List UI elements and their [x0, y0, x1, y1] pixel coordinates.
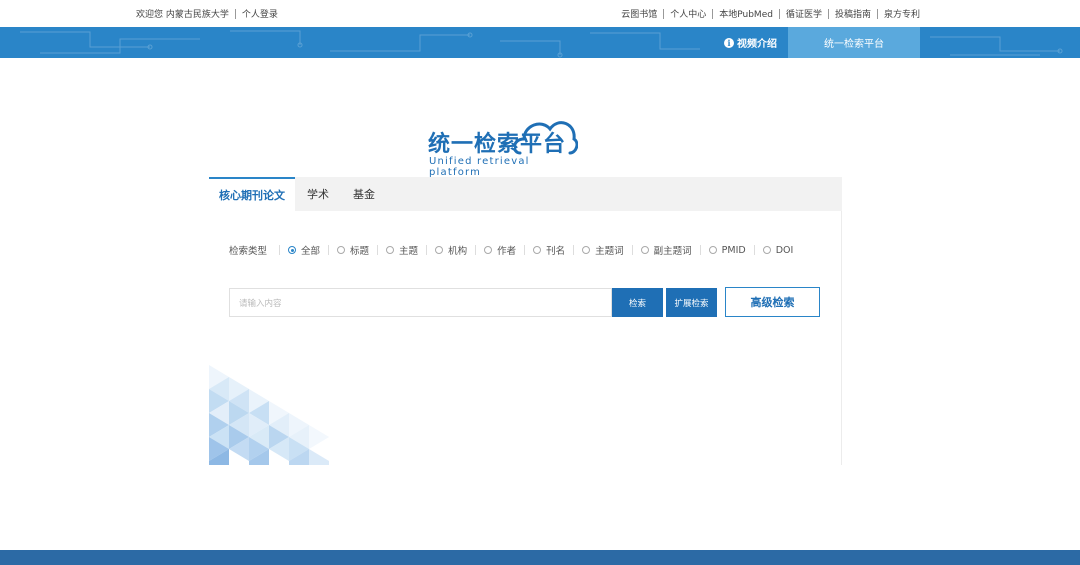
- divider: [699, 245, 701, 255]
- search-tabs: 核心期刊论文 学术 基金: [209, 177, 842, 211]
- option-label: PMID: [721, 244, 746, 256]
- divider: [663, 8, 665, 19]
- tab-core-journals[interactable]: 核心期刊论文: [209, 177, 295, 211]
- cloud-library-link[interactable]: 云图书馆: [621, 7, 657, 20]
- divider: [712, 8, 714, 19]
- top-links: 云图书馆 个人中心 本地PubMed 循证医学 投稿指南 泉方专利: [621, 7, 920, 20]
- option-label: 刊名: [546, 246, 566, 257]
- logo-title: 统一检索平台: [428, 132, 567, 157]
- quanfang-patent-link[interactable]: 泉方专利: [884, 7, 920, 20]
- search-placeholder: 请输入内容: [239, 298, 282, 309]
- search-type-institution[interactable]: 机构: [435, 243, 467, 257]
- platform-logo: 统一检索平台 Unified retrieval platform: [426, 113, 586, 178]
- radio-icon: [288, 246, 297, 254]
- divider: [279, 245, 281, 255]
- extended-search-button[interactable]: 扩展检索: [666, 288, 717, 317]
- search-type-title[interactable]: 标题: [337, 243, 369, 257]
- radio-icon: [582, 246, 591, 254]
- divider: [827, 8, 829, 19]
- search-panel: 核心期刊论文 学术 基金 检索类型 全部 标题 主题 机构 作者 刊名 主题词 …: [209, 177, 842, 465]
- radio-icon: [386, 246, 395, 254]
- option-label: 全部: [301, 246, 321, 257]
- option-label: 副主题词: [653, 246, 692, 257]
- header-band: i 视频介绍 统一检索平台: [0, 27, 1080, 58]
- option-label: 作者: [497, 246, 517, 257]
- info-icon: i: [724, 37, 734, 48]
- search-type-pmid[interactable]: PMID: [708, 244, 746, 256]
- personal-login-link[interactable]: 个人登录: [242, 7, 278, 20]
- search-input[interactable]: 请输入内容: [229, 288, 612, 317]
- option-label: 标题: [350, 246, 370, 257]
- search-button[interactable]: 检索: [612, 288, 663, 317]
- search-type-label: 检索类型: [229, 246, 268, 257]
- tab-academic[interactable]: 学术: [307, 177, 329, 211]
- nav-unified-platform-label: 统一检索平台: [824, 39, 884, 50]
- search-type-subheading[interactable]: 副主题词: [640, 243, 692, 257]
- divider: [426, 245, 428, 255]
- divider: [778, 8, 780, 19]
- tab-fund[interactable]: 基金: [353, 177, 375, 211]
- personal-center-link[interactable]: 个人中心: [670, 7, 706, 20]
- video-intro-link[interactable]: i 视频介绍: [724, 27, 777, 58]
- search-type-author[interactable]: 作者: [484, 243, 516, 257]
- footer-bar: [0, 550, 1080, 565]
- top-utility-bar: 欢迎您 内蒙古民族大学 个人登录 云图书馆 个人中心 本地PubMed 循证医学…: [0, 0, 1080, 27]
- logo-subtitle: Unified retrieval platform: [429, 156, 530, 178]
- divider: [631, 245, 633, 255]
- search-type-journal[interactable]: 刊名: [533, 243, 565, 257]
- evidence-medicine-link[interactable]: 循证医学: [786, 7, 822, 20]
- radio-icon: [762, 246, 771, 254]
- radio-icon: [533, 246, 542, 254]
- divider: [573, 245, 575, 255]
- option-label: 机构: [448, 246, 468, 257]
- divider: [377, 245, 379, 255]
- divider: [524, 245, 526, 255]
- divider: [475, 245, 477, 255]
- radio-icon: [484, 246, 493, 254]
- radio-icon: [640, 246, 649, 254]
- radio-icon: [435, 246, 444, 254]
- radio-icon: [708, 246, 717, 254]
- triangle-pattern-decoration: [209, 365, 329, 465]
- search-type-doi[interactable]: DOI: [762, 244, 794, 256]
- advanced-search-button[interactable]: 高级检索: [725, 287, 820, 317]
- divider: [753, 245, 755, 255]
- local-pubmed-link[interactable]: 本地PubMed: [719, 7, 773, 20]
- search-type-row: 检索类型 全部 标题 主题 机构 作者 刊名 主题词 副主题词 PMID DOI: [229, 243, 794, 258]
- video-intro-label: 视频介绍: [737, 39, 777, 50]
- search-type-subject-heading[interactable]: 主题词: [582, 243, 624, 257]
- welcome-area: 欢迎您 内蒙古民族大学 个人登录: [136, 7, 278, 20]
- search-type-subject[interactable]: 主题: [386, 243, 418, 257]
- submission-guide-link[interactable]: 投稿指南: [835, 7, 871, 20]
- search-type-all[interactable]: 全部: [288, 243, 320, 257]
- welcome-text: 欢迎您 内蒙古民族大学: [136, 10, 229, 20]
- option-label: DOI: [775, 244, 794, 256]
- divider: [328, 245, 330, 255]
- divider: [234, 8, 236, 19]
- option-label: 主题词: [595, 246, 624, 257]
- nav-unified-platform[interactable]: 统一检索平台: [788, 27, 920, 58]
- option-label: 主题: [399, 246, 419, 257]
- divider: [876, 8, 878, 19]
- radio-icon: [337, 246, 346, 254]
